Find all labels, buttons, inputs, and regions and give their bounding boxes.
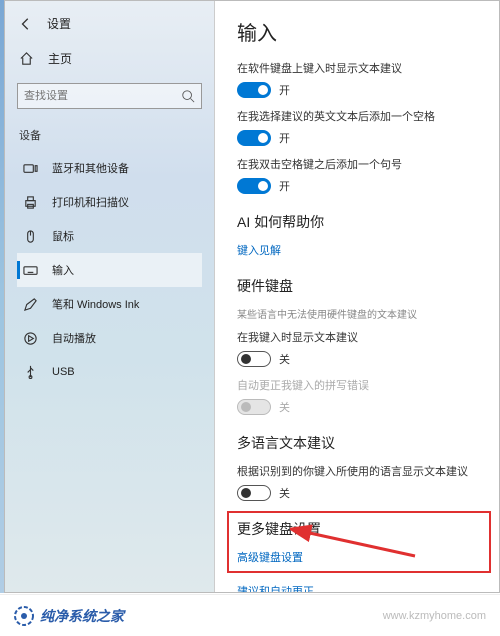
link-advanced-keyboard[interactable]: 高级键盘设置 — [237, 549, 481, 565]
toggle-state: 开 — [279, 82, 290, 98]
sidebar-item-label: 输入 — [52, 262, 74, 278]
home-icon — [19, 51, 34, 66]
brand-logo-icon — [14, 606, 34, 626]
brand-name: 纯净系统之家 — [40, 606, 124, 626]
toggle-state: 开 — [279, 178, 290, 194]
sidebar-item-autoplay[interactable]: 自动播放 — [17, 321, 202, 355]
option-label: 根据识别到的你键入所使用的语言显示文本建议 — [237, 463, 481, 479]
usb-icon — [23, 364, 38, 379]
search-input[interactable] — [24, 90, 181, 102]
sidebar-item-printers[interactable]: 打印机和扫描仪 — [17, 185, 202, 219]
toggle-add-space[interactable] — [237, 130, 271, 146]
toggle-hw-suggestions[interactable] — [237, 351, 271, 367]
toggle-state: 关 — [279, 399, 290, 415]
section-ai-title: AI 如何帮助你 — [237, 212, 481, 232]
sidebar-item-bluetooth[interactable]: 蓝牙和其他设备 — [17, 151, 202, 185]
option-label: 在软件键盘上键入时显示文本建议 — [237, 60, 481, 76]
bluetooth-icon — [23, 161, 38, 176]
toggle-state: 关 — [279, 351, 290, 367]
hardware-subtitle: 某些语言中无法使用硬件键盘的文本建议 — [237, 306, 481, 321]
sidebar-item-label: 打印机和扫描仪 — [52, 194, 129, 210]
section-hardware-title: 硬件键盘 — [237, 276, 481, 296]
pen-icon — [23, 297, 38, 312]
autoplay-icon — [23, 331, 38, 346]
printer-icon — [23, 195, 38, 210]
toggle-add-period[interactable] — [237, 178, 271, 194]
home-label: 主页 — [48, 50, 72, 67]
sidebar-item-label: 鼠标 — [52, 228, 74, 244]
sidebar-item-pen[interactable]: 笔和 Windows Ink — [17, 287, 202, 321]
toggle-state: 开 — [279, 130, 290, 146]
link-suggestions-autocorrect[interactable]: 建议和自动更正 — [237, 583, 481, 592]
option-label: 在我双击空格键之后添加一个句号 — [237, 156, 481, 172]
search-box[interactable] — [17, 83, 202, 109]
toggle-show-suggestions[interactable] — [237, 82, 271, 98]
window-title: 设置 — [47, 15, 71, 32]
sidebar-item-label: 自动播放 — [52, 330, 96, 346]
category-header: 设备 — [17, 123, 202, 151]
toggle-state: 关 — [279, 485, 290, 501]
sidebar-item-mouse[interactable]: 鼠标 — [17, 219, 202, 253]
page-title: 输入 — [237, 17, 481, 46]
option-label: 自动更正我键入的拼写错误 — [237, 377, 481, 393]
back-icon[interactable] — [19, 17, 33, 31]
option-label: 在我键入时显示文本建议 — [237, 329, 481, 345]
section-multilang-title: 多语言文本建议 — [237, 433, 481, 453]
toggle-autocorrect — [237, 399, 271, 415]
sidebar-item-label: 笔和 Windows Ink — [52, 296, 139, 312]
toggle-multilang[interactable] — [237, 485, 271, 501]
highlight-box: 更多键盘设置 高级键盘设置 — [227, 511, 491, 573]
mouse-icon — [23, 229, 38, 244]
sidebar-item-typing[interactable]: 输入 — [17, 253, 202, 287]
link-typing-insights[interactable]: 键入见解 — [237, 242, 481, 258]
search-icon — [181, 89, 195, 103]
home-nav[interactable]: 主页 — [17, 44, 202, 73]
brand-url: www.kzmyhome.com — [383, 610, 486, 622]
section-more-title: 更多键盘设置 — [237, 519, 481, 539]
sidebar-item-label: 蓝牙和其他设备 — [52, 160, 129, 176]
keyboard-icon — [23, 263, 38, 278]
sidebar-item-label: USB — [52, 366, 75, 378]
option-label: 在我选择建议的英文文本后添加一个空格 — [237, 108, 481, 124]
sidebar-item-usb[interactable]: USB — [17, 355, 202, 388]
